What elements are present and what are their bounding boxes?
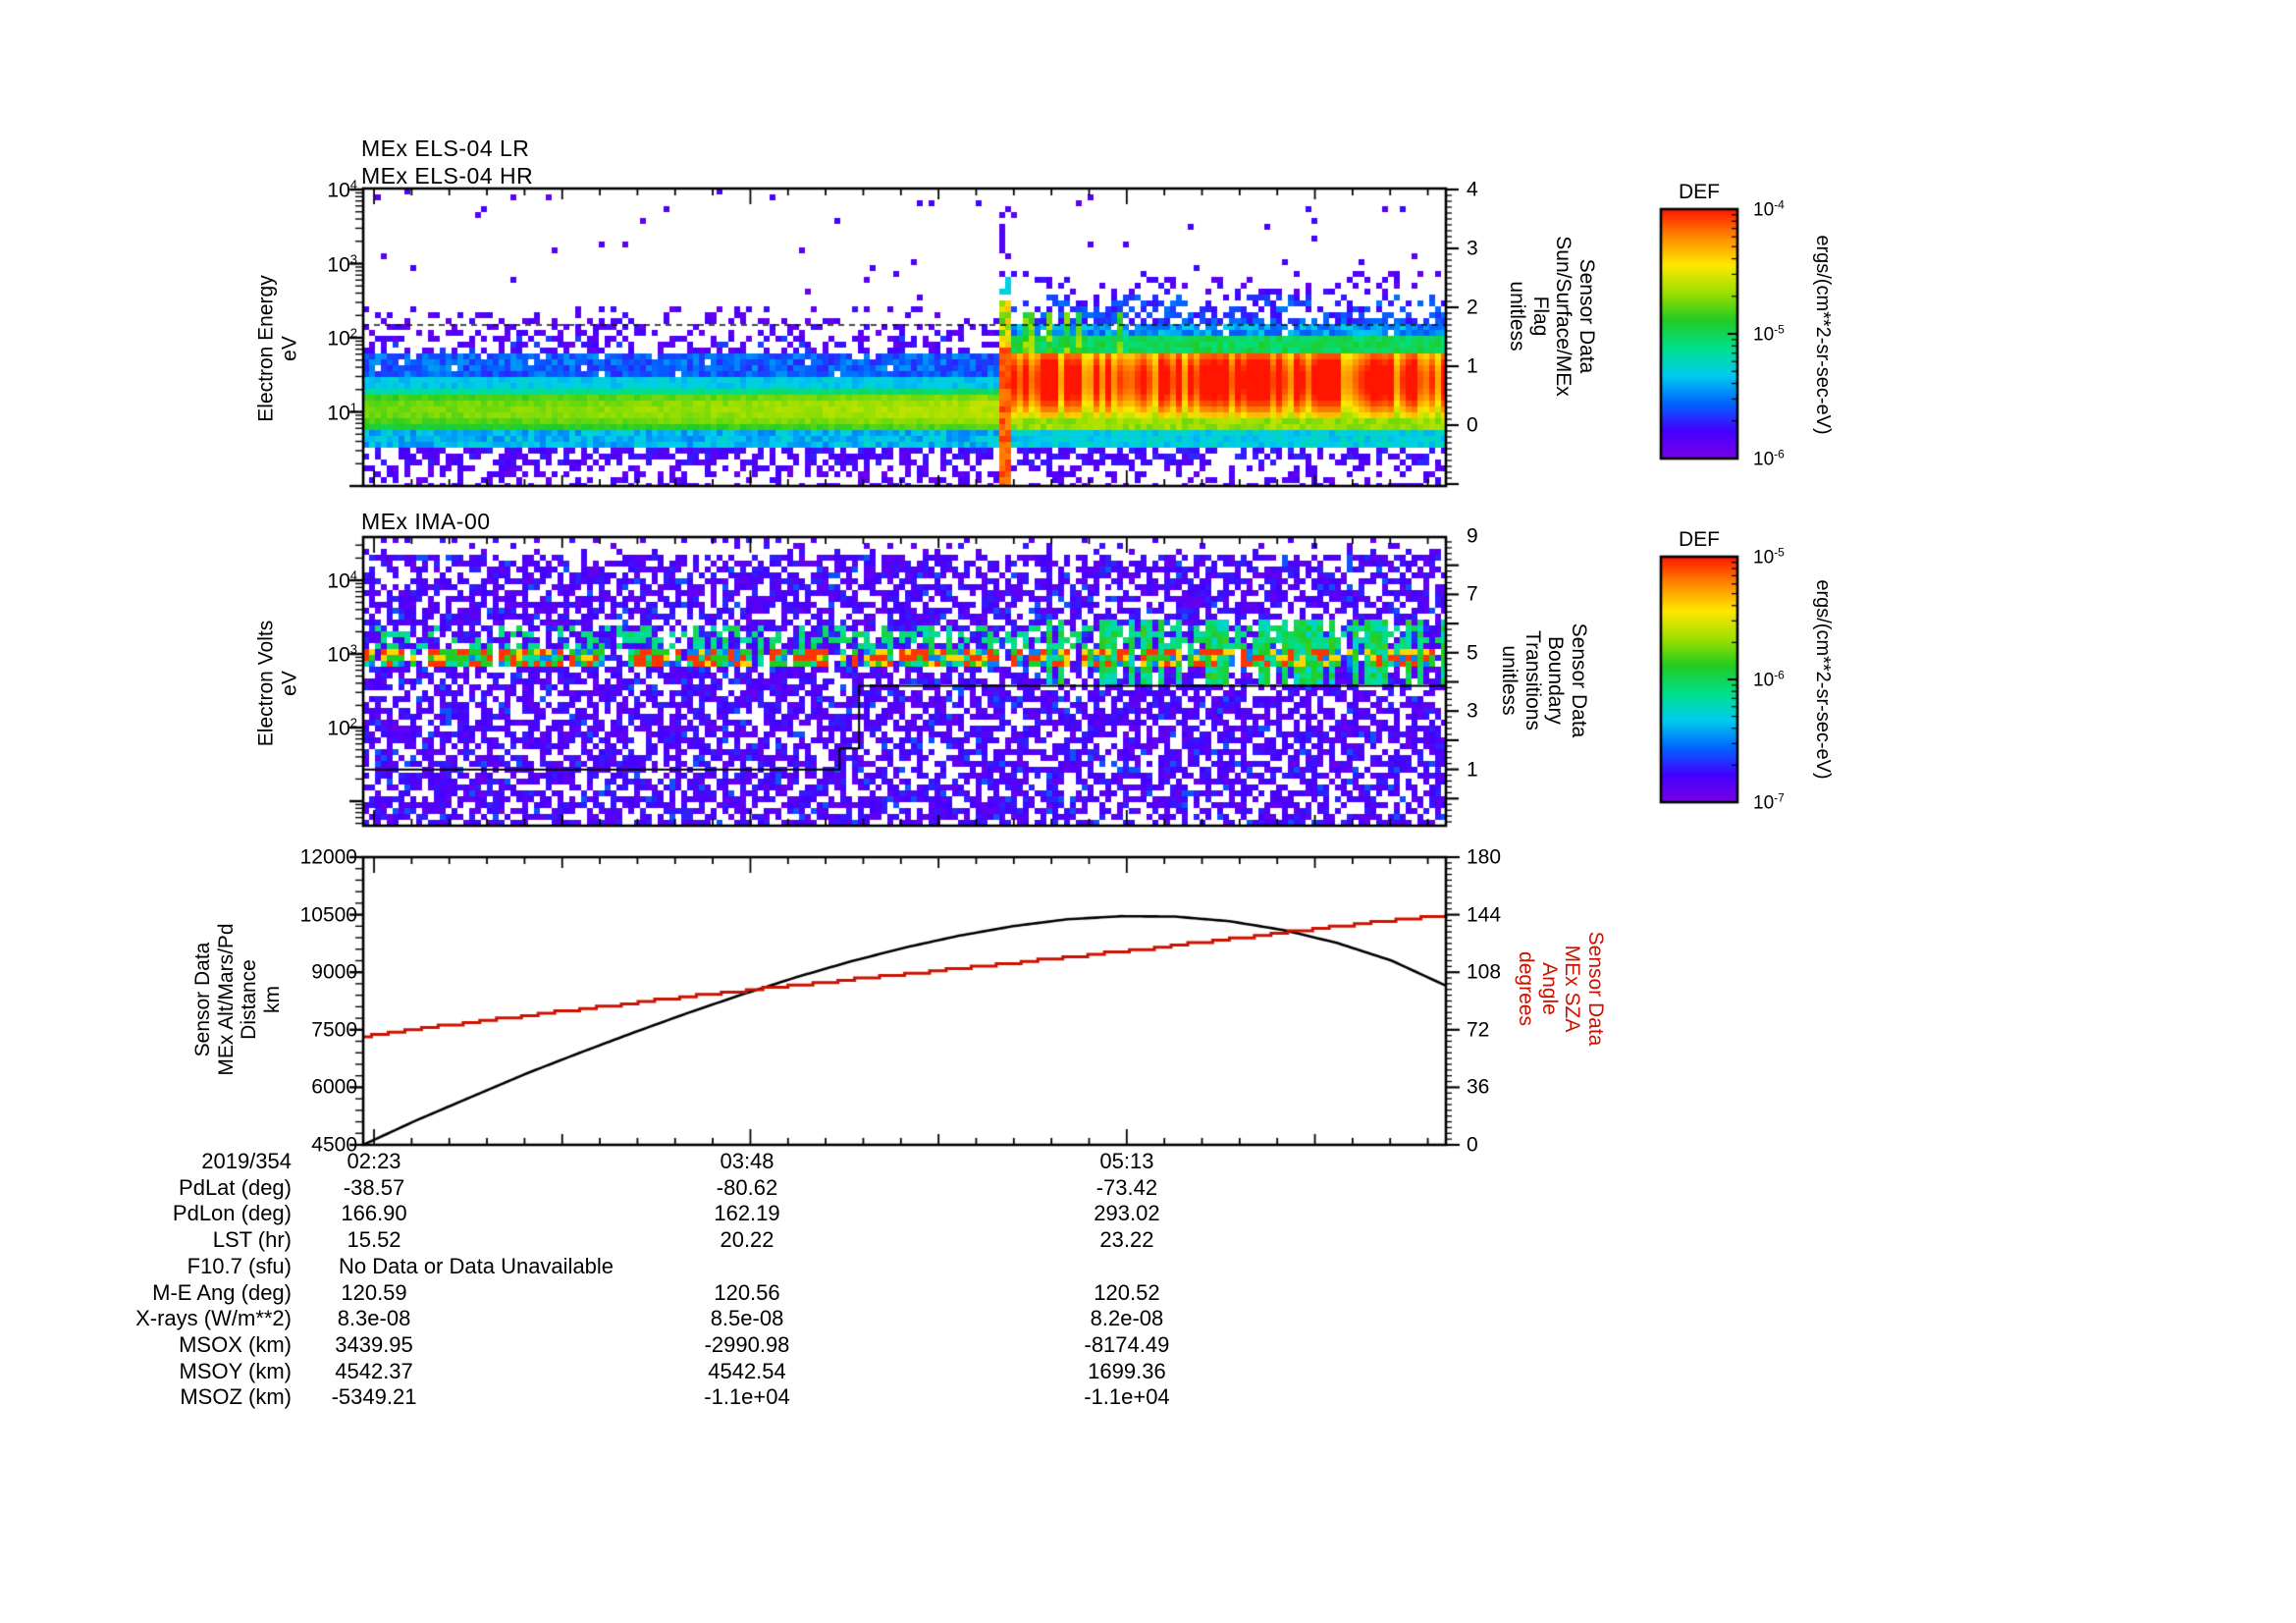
time-tick-label: 05:13 <box>1099 1149 1154 1173</box>
els-right-axis-label: Sensor Data Sun/Surface/MEx Flag unitless <box>1506 236 1599 397</box>
colorbar2-units-label: ergs/(cm**2-sr-sec-eV) <box>1812 579 1835 780</box>
time-tick-label: 03:48 <box>720 1149 774 1173</box>
table-row-label: MSOZ (km) <box>180 1384 292 1410</box>
els-ytick-label: 104 <box>327 177 357 202</box>
els-flag-tick-label: 1 <box>1467 354 1478 378</box>
table-cell: 120.52 <box>1094 1279 1160 1305</box>
lin-right-tick-label: 0 <box>1467 1133 1478 1157</box>
table-cell: 120.59 <box>341 1279 407 1305</box>
table-cell: -80.62 <box>716 1174 778 1200</box>
colorbar1-units-label: ergs/(cm**2-sr-sec-eV) <box>1812 235 1835 435</box>
els-ytick-label: 101 <box>327 400 357 424</box>
colorbar-tick-label: 10-6 <box>1753 447 1785 470</box>
els-panel-title-hr: MEx ELS-04 HR <box>361 163 534 189</box>
colorbar-tick-label: 10-4 <box>1753 197 1785 221</box>
colorbar-tick-label: 10-6 <box>1753 668 1785 691</box>
colorbar-tick-label: 10-5 <box>1753 322 1785 346</box>
table-row-label: MSOX (km) <box>179 1331 292 1357</box>
table-row-label: MSOY (km) <box>179 1358 292 1383</box>
els-flag-tick-label: 4 <box>1467 178 1478 201</box>
table-row-label: F10.7 (sfu) <box>187 1253 292 1278</box>
lin-ytick-label: 7500 <box>311 1018 357 1042</box>
colorbar1-title: DEF <box>1679 181 1720 203</box>
table-cell: 8.3e-08 <box>337 1306 411 1331</box>
table-cell: 8.5e-08 <box>710 1306 784 1331</box>
ima-ytick-label: 104 <box>327 568 357 593</box>
lin-ytick-label: 6000 <box>311 1075 357 1099</box>
ima-ytick-label: 103 <box>327 641 357 667</box>
table-cell: 15.52 <box>347 1227 401 1253</box>
table-cell: 4542.54 <box>708 1358 786 1383</box>
lin-ytick-label: 10500 <box>299 903 357 927</box>
table-cell: -8174.49 <box>1084 1331 1170 1357</box>
colorbar2-title: DEF <box>1679 528 1720 551</box>
table-cell: 162.19 <box>714 1201 780 1226</box>
ima-right-tick-label: 1 <box>1467 758 1478 782</box>
els-flag-tick-label: 3 <box>1467 237 1478 260</box>
lin-ytick-label: 9000 <box>311 960 357 984</box>
els-flag-tick-label: 0 <box>1467 413 1478 437</box>
table-row-label: PdLon (deg) <box>172 1201 292 1226</box>
els-yaxis-label: Electron Energy eV <box>254 275 300 422</box>
table-cell: 1699.36 <box>1088 1358 1166 1383</box>
table-row-label: PdLat (deg) <box>179 1174 292 1200</box>
table-cell: -5349.21 <box>331 1384 417 1410</box>
table-cell: 4542.37 <box>335 1358 413 1383</box>
els-panel-title-lr: MEx ELS-04 LR <box>361 135 530 161</box>
lin-right-tick-label: 144 <box>1467 903 1502 927</box>
table-cell: 20.22 <box>720 1227 774 1253</box>
lin-right-tick-label: 180 <box>1467 845 1502 869</box>
ima-ytick-label: 102 <box>327 715 357 740</box>
colorbar-tick-label: 10-7 <box>1753 790 1785 814</box>
table-row-label: 2019/354 <box>201 1149 292 1173</box>
lin-right-tick-label: 108 <box>1467 960 1502 984</box>
lin-right-tick-label: 36 <box>1467 1075 1490 1099</box>
ima-right-tick-label: 9 <box>1467 524 1478 548</box>
els-ytick-label: 103 <box>327 251 357 276</box>
lin-right-axis-label: Sensor Data MEx SZA Angle degrees <box>1515 931 1608 1047</box>
els-flag-tick-label: 2 <box>1467 296 1478 319</box>
ima-yaxis-label: Electron Volts eV <box>254 620 300 747</box>
ima-right-tick-label: 5 <box>1467 641 1478 665</box>
table-cell: 120.56 <box>714 1279 780 1305</box>
table-cell: 8.2e-08 <box>1090 1306 1164 1331</box>
ima-right-tick-label: 3 <box>1467 699 1478 723</box>
table-cell: -38.57 <box>343 1174 405 1200</box>
table-cell: -1.1e+04 <box>1084 1384 1170 1410</box>
table-cell: 23.22 <box>1099 1227 1154 1253</box>
table-cell: -73.42 <box>1095 1174 1158 1200</box>
table-cell: 3439.95 <box>335 1331 413 1357</box>
lin-ytick-label: 12000 <box>299 845 357 869</box>
time-tick-label: 02:23 <box>347 1149 401 1173</box>
table-cell: -1.1e+04 <box>704 1384 790 1410</box>
lin-yaxis-label: Sensor Data MEx Alt/Mars/Pd Distance km <box>190 923 284 1076</box>
table-cell: 293.02 <box>1094 1201 1160 1226</box>
table-row-label: LST (hr) <box>212 1227 292 1253</box>
ima-right-tick-label: 7 <box>1467 582 1478 606</box>
table-cell: 166.90 <box>341 1201 407 1226</box>
table-row-label: X-rays (W/m**2) <box>135 1306 292 1331</box>
table-row-label: M-E Ang (deg) <box>152 1279 292 1305</box>
table-cell: -2990.98 <box>704 1331 790 1357</box>
els-ytick-label: 102 <box>327 325 357 351</box>
ima-right-axis-label: Sensor Data Boundary Transitions unitless <box>1498 622 1591 738</box>
figure-root: MEx ELS-04 LR MEx ELS-04 HR MEx IMA-00 E… <box>0 0 2296 1623</box>
ima-panel-title: MEx IMA-00 <box>361 509 491 534</box>
table-no-data-text: No Data or Data Unavailable <box>339 1253 614 1278</box>
lin-right-tick-label: 72 <box>1467 1018 1490 1042</box>
colorbar-tick-label: 10-5 <box>1753 545 1785 568</box>
